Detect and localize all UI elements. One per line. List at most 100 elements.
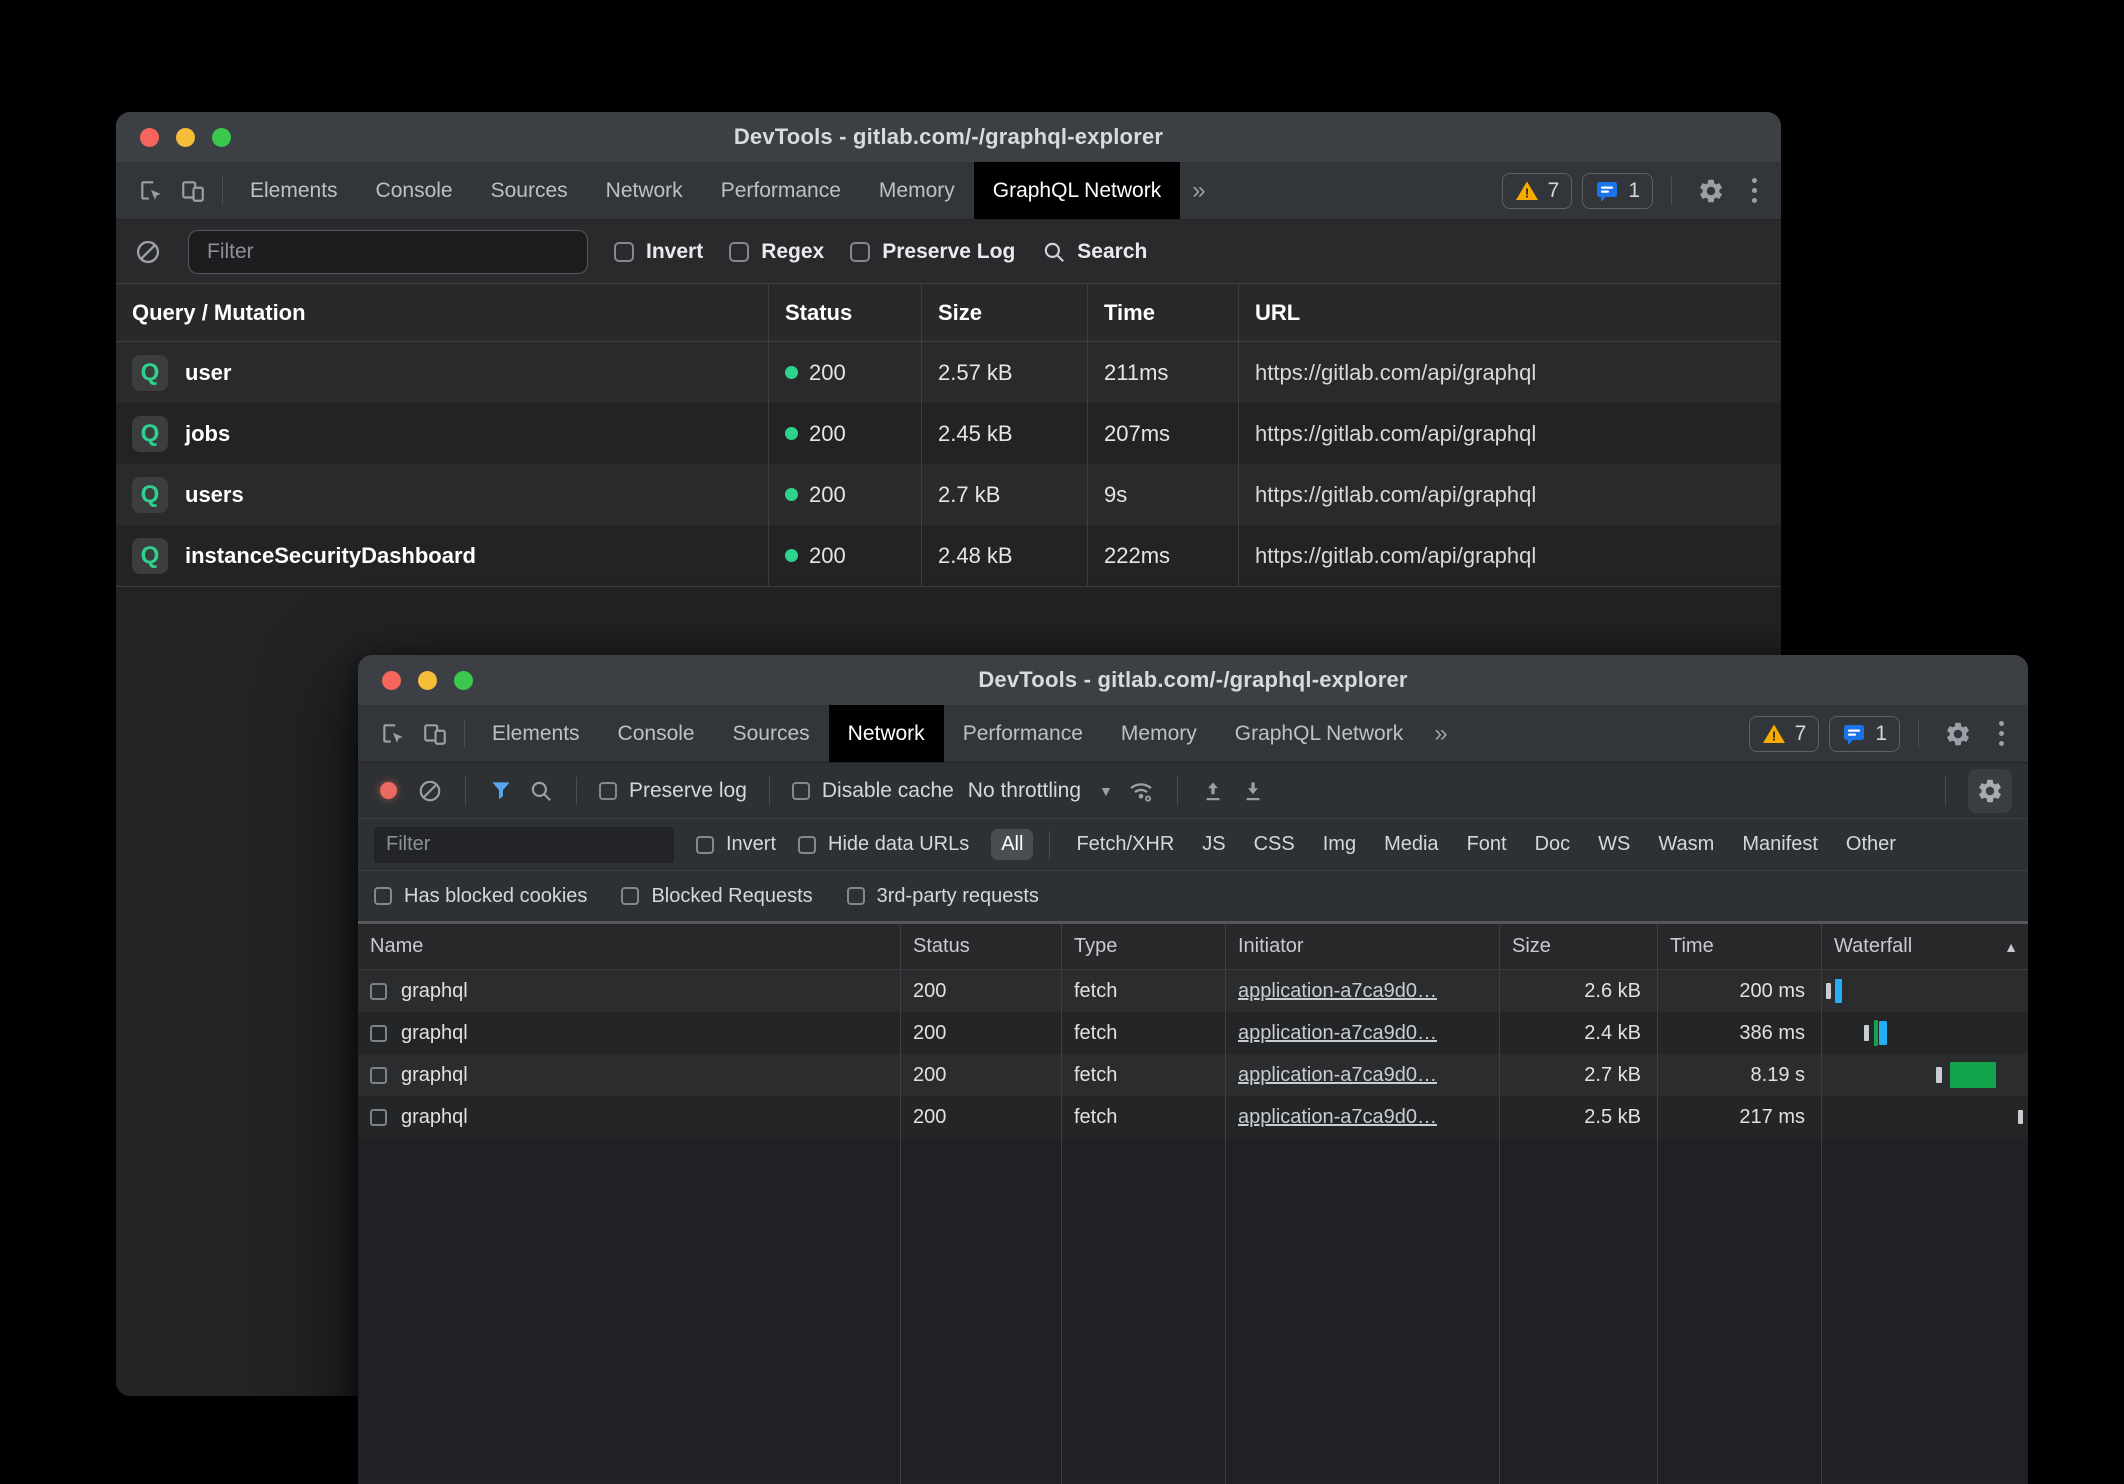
col-time[interactable]: Time: [1657, 924, 1821, 969]
checkbox[interactable]: [850, 242, 870, 262]
titlebar[interactable]: DevTools - gitlab.com/-/graphql-explorer: [358, 655, 2028, 705]
device-toolbar-icon[interactable]: [414, 713, 456, 755]
chip-doc[interactable]: Doc: [1525, 829, 1581, 860]
chip-img[interactable]: Img: [1313, 829, 1366, 860]
tab-memory[interactable]: Memory: [1102, 705, 1216, 762]
row-checkbox[interactable]: [370, 1109, 387, 1126]
tab-console[interactable]: Console: [357, 162, 472, 219]
tab-performance[interactable]: Performance: [944, 705, 1102, 762]
has-blocked-cookies-checkbox[interactable]: Has blocked cookies: [374, 885, 587, 908]
col-size[interactable]: Size: [921, 284, 1087, 341]
table-row[interactable]: Qusers 200 2.7 kB 9s https://gitlab.com/…: [116, 464, 1781, 525]
settings-gear-icon[interactable]: [1937, 713, 1979, 755]
filter-input[interactable]: [188, 230, 588, 274]
col-time[interactable]: Time: [1087, 284, 1238, 341]
invert-checkbox[interactable]: Invert: [696, 833, 776, 856]
table-row[interactable]: QinstanceSecurityDashboard 200 2.48 kB 2…: [116, 525, 1781, 586]
checkbox[interactable]: [792, 782, 810, 800]
inspect-element-icon[interactable]: [372, 713, 414, 755]
hide-data-urls-checkbox[interactable]: Hide data URLs: [798, 833, 969, 856]
col-query-mutation[interactable]: Query / Mutation: [116, 284, 768, 341]
table-row[interactable]: graphql 200 fetch application-a7ca9d0… 2…: [358, 1054, 2028, 1096]
network-settings-button[interactable]: [1968, 769, 2012, 813]
search-control[interactable]: Search: [1041, 239, 1147, 265]
zoom-button[interactable]: [212, 128, 231, 147]
initiator-link[interactable]: application-a7ca9d0…: [1238, 980, 1437, 1003]
checkbox[interactable]: [614, 242, 634, 262]
more-tabs-chevron[interactable]: »: [1180, 177, 1217, 205]
throttling-select[interactable]: No throttling ▼: [968, 779, 1113, 803]
disable-cache-checkbox[interactable]: Disable cache: [792, 779, 954, 803]
row-checkbox[interactable]: [370, 983, 387, 1000]
checkbox[interactable]: [729, 242, 749, 262]
inspect-element-icon[interactable]: [130, 170, 172, 212]
tab-performance[interactable]: Performance: [702, 162, 860, 219]
zoom-button[interactable]: [454, 671, 473, 690]
more-tabs-chevron[interactable]: »: [1422, 720, 1459, 748]
row-checkbox[interactable]: [370, 1025, 387, 1042]
chip-font[interactable]: Font: [1457, 829, 1517, 860]
col-initiator[interactable]: Initiator: [1225, 924, 1499, 969]
col-size[interactable]: Size: [1499, 924, 1657, 969]
record-button[interactable]: [380, 782, 397, 799]
device-toolbar-icon[interactable]: [172, 170, 214, 212]
initiator-link[interactable]: application-a7ca9d0…: [1238, 1022, 1437, 1045]
tab-elements[interactable]: Elements: [231, 162, 357, 219]
table-row[interactable]: graphql 200 fetch application-a7ca9d0… 2…: [358, 970, 2028, 1012]
warnings-badge[interactable]: ! 7: [1502, 173, 1573, 209]
checkbox[interactable]: [599, 782, 617, 800]
chip-wasm[interactable]: Wasm: [1648, 829, 1724, 860]
table-row[interactable]: Qjobs 200 2.45 kB 207ms https://gitlab.c…: [116, 403, 1781, 464]
checkbox[interactable]: [798, 836, 816, 854]
col-waterfall[interactable]: Waterfall ▲: [1821, 924, 2028, 969]
tab-console[interactable]: Console: [599, 705, 714, 762]
clear-icon[interactable]: [417, 778, 443, 804]
table-row[interactable]: graphql 200 fetch application-a7ca9d0… 2…: [358, 1096, 2028, 1138]
invert-checkbox[interactable]: Invert: [614, 240, 703, 264]
col-type[interactable]: Type: [1061, 924, 1225, 969]
checkbox[interactable]: [696, 836, 714, 854]
more-options-kebab-icon[interactable]: [1989, 721, 2014, 746]
titlebar[interactable]: DevTools - gitlab.com/-/graphql-explorer: [116, 112, 1781, 162]
table-row[interactable]: graphql 200 fetch application-a7ca9d0… 2…: [358, 1012, 2028, 1054]
checkbox[interactable]: [847, 887, 865, 905]
chip-media[interactable]: Media: [1374, 829, 1448, 860]
chip-js[interactable]: JS: [1192, 829, 1235, 860]
tab-elements[interactable]: Elements: [473, 705, 599, 762]
preserve-log-checkbox[interactable]: Preserve log: [599, 779, 747, 803]
chip-css[interactable]: CSS: [1244, 829, 1305, 860]
col-url[interactable]: URL: [1238, 284, 1781, 341]
filter-funnel-icon[interactable]: [488, 778, 514, 804]
checkbox[interactable]: [621, 887, 639, 905]
initiator-link[interactable]: application-a7ca9d0…: [1238, 1106, 1437, 1129]
settings-gear-icon[interactable]: [1690, 170, 1732, 212]
tab-network[interactable]: Network: [829, 705, 944, 762]
chip-fetch-xhr[interactable]: Fetch/XHR: [1066, 829, 1184, 860]
tab-graphql-network[interactable]: GraphQL Network: [974, 162, 1180, 219]
chip-manifest[interactable]: Manifest: [1732, 829, 1828, 860]
tab-sources[interactable]: Sources: [714, 705, 829, 762]
issues-badge[interactable]: 1: [1582, 173, 1653, 209]
close-button[interactable]: [382, 671, 401, 690]
chip-ws[interactable]: WS: [1588, 829, 1640, 860]
tab-sources[interactable]: Sources: [472, 162, 587, 219]
clear-icon[interactable]: [134, 238, 162, 266]
tab-graphql-network[interactable]: GraphQL Network: [1216, 705, 1422, 762]
checkbox[interactable]: [374, 887, 392, 905]
col-name[interactable]: Name: [358, 924, 900, 969]
import-har-icon[interactable]: [1200, 778, 1226, 804]
preserve-log-checkbox[interactable]: Preserve Log: [850, 240, 1015, 264]
col-status[interactable]: Status: [768, 284, 921, 341]
table-row[interactable]: Quser 200 2.57 kB 211ms https://gitlab.c…: [116, 342, 1781, 403]
chip-other[interactable]: Other: [1836, 829, 1906, 860]
warnings-badge[interactable]: ! 7: [1749, 716, 1820, 752]
tab-network[interactable]: Network: [587, 162, 702, 219]
col-status[interactable]: Status: [900, 924, 1061, 969]
minimize-button[interactable]: [176, 128, 195, 147]
blocked-requests-checkbox[interactable]: Blocked Requests: [621, 885, 812, 908]
issues-badge[interactable]: 1: [1829, 716, 1900, 752]
row-checkbox[interactable]: [370, 1067, 387, 1084]
tab-memory[interactable]: Memory: [860, 162, 974, 219]
close-button[interactable]: [140, 128, 159, 147]
minimize-button[interactable]: [418, 671, 437, 690]
